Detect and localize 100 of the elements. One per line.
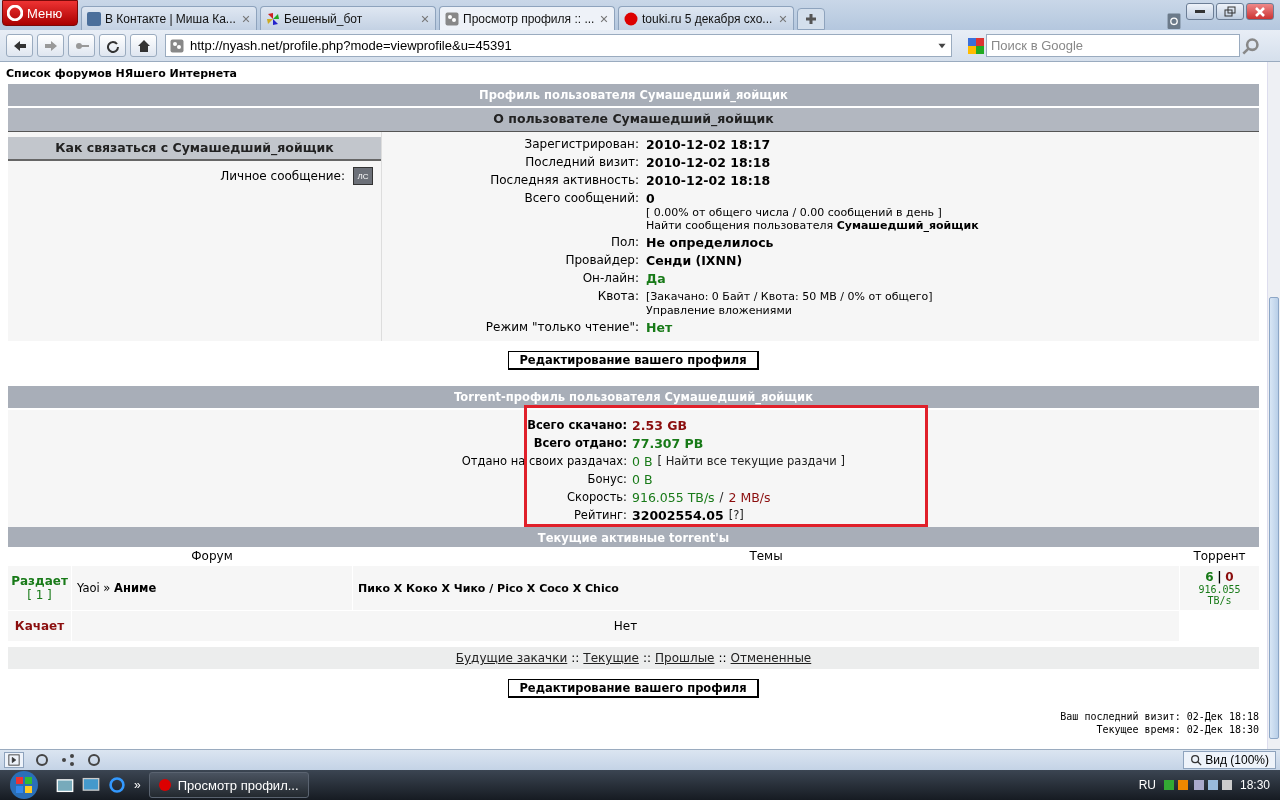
search-icon[interactable] <box>1242 36 1260 55</box>
page-icon <box>170 38 184 53</box>
close-icon <box>420 13 430 24</box>
magnifier-icon <box>1190 754 1203 766</box>
column-header: Форум <box>190 548 234 565</box>
stat-value: 0 B <box>632 454 653 469</box>
restore-button[interactable] <box>1216 3 1244 20</box>
field-note: Найти сообщения пользователя Сумашедший_яойщик <box>646 219 980 232</box>
taskbar-button[interactable]: Просмотр профил... <box>148 772 309 798</box>
field-value: Не определилось <box>646 235 775 250</box>
home-icon <box>136 38 151 53</box>
home-button[interactable] <box>130 34 157 57</box>
tray-icons-drawing <box>1163 780 1232 790</box>
share-icon[interactable] <box>60 753 76 767</box>
arrow-left-icon <box>12 38 27 53</box>
desktop-icon[interactable] <box>56 776 74 794</box>
footer-time: Текущее время: 02-Дек 18:30 <box>1096 723 1259 736</box>
panel-toggle-button[interactable] <box>4 752 24 768</box>
windows-logo-icon <box>10 771 38 799</box>
field-value: 2010-12-02 18:18 <box>646 155 772 170</box>
column-header: Темы <box>748 548 784 565</box>
plus-icon <box>804 12 818 26</box>
reload-button[interactable] <box>99 34 126 57</box>
stat-label: Бонус: <box>587 472 627 487</box>
panel-header: Как связаться с Сумашедший_яойщик <box>8 137 381 161</box>
close-icon <box>1253 4 1267 19</box>
google-logo-icon[interactable] <box>968 37 984 54</box>
torrent-link[interactable]: Отмененные <box>730 651 812 665</box>
forum-path: Yaoi » Аниме <box>77 581 157 595</box>
section-header: Профиль пользователя Сумашедший_яойщик <box>8 84 1259 108</box>
section-header: Torrent-профиль пользователя Сумашедший_яойщик <box>8 386 1259 410</box>
torrent-link[interactable]: Текущие <box>583 651 639 665</box>
stat-label: Скорость: <box>566 490 627 505</box>
field-note: [ 0.00% от общего числа / 0.00 сообщений в день ] <box>646 206 943 219</box>
field-label: Квота: <box>596 289 639 304</box>
field-value: 2010-12-02 18:17 <box>646 137 772 152</box>
stat-value: 0 B <box>632 472 653 487</box>
arrow-right-icon <box>43 38 58 53</box>
page-icon <box>445 11 459 26</box>
field-label: Провайдер: <box>564 253 639 268</box>
torrent-link[interactable]: Прошлые <box>655 651 715 665</box>
field-value: Да <box>646 271 667 286</box>
monitor-icon[interactable] <box>82 776 100 794</box>
empty-label: Нет <box>613 619 638 633</box>
restore-icon <box>1223 4 1237 19</box>
speed-value: 916.055 TB/s <box>1197 584 1242 606</box>
vk-logo-icon <box>87 11 101 26</box>
topic-title: Пико X Коко X Чико / Pico X Coco X Chico <box>358 581 619 595</box>
panel-icon <box>8 754 20 766</box>
torrent-link[interactable]: Будущие закачки <box>455 651 568 665</box>
more-indicator[interactable]: » <box>134 778 141 792</box>
language-indicator[interactable]: RU <box>1138 778 1156 792</box>
field-value: Сенди (IXNN) <box>646 253 744 268</box>
browser-tab[interactable]: touki.ru 5 декабря схо... <box>618 6 794 30</box>
forum-title: Список форумов НЯшего Интернета <box>6 66 238 82</box>
close-icon <box>599 13 609 24</box>
scrollbar-thumb[interactable] <box>1269 297 1279 739</box>
field-note: Управление вложениями <box>646 304 793 317</box>
section-header: О пользователе Сумашедший_яойщик <box>8 108 1259 132</box>
section-header: Текущие активные torrent'ы <box>8 527 1259 547</box>
field-label: Он-лайн: <box>581 271 639 286</box>
field-value: Нет <box>646 320 674 335</box>
count-label: [ 1 ] <box>27 588 52 602</box>
edit-profile-button[interactable]: Редактирование вашего профиля <box>508 679 759 698</box>
menu-button[interactable]: Меню <box>2 0 78 26</box>
link-separator: :: <box>571 651 580 665</box>
private-message-button[interactable]: ЛС <box>353 167 373 185</box>
stat-label: Рейтинг: <box>573 508 627 523</box>
field-label: Режим "только чтение": <box>484 320 639 335</box>
close-button[interactable] <box>1246 3 1274 20</box>
field-value: 0 <box>646 191 656 206</box>
new-tab-button[interactable] <box>797 8 825 30</box>
zoom-button[interactable]: Вид (100%) <box>1183 751 1276 769</box>
browser-tab[interactable]: Бешеный_бот <box>260 6 436 30</box>
edit-profile-button[interactable]: Редактирование вашего профиля <box>508 351 759 370</box>
search-field[interactable]: Поиск в Google <box>986 34 1240 57</box>
pinwheel-icon <box>266 11 280 26</box>
link-separator: :: <box>718 651 727 665</box>
opera-logo-icon <box>7 5 23 21</box>
browser-tab[interactable]: Просмотр профиля :: ... <box>439 6 615 30</box>
footer-time: Ваш последний визит: 02-Дек 18:18 <box>1060 710 1259 723</box>
separator-mark: | <box>1217 570 1222 584</box>
stat-label: Всего отдано: <box>533 436 627 451</box>
stat-value: 2 MB/s <box>728 490 771 505</box>
field-value: [Закачано: 0 Байт / Квота: 50 MB / 0% от общего] <box>646 289 934 304</box>
stat-label: Отдано на своих раздачах: <box>461 454 627 469</box>
field-label: Пол: <box>609 235 639 250</box>
link-separator: :: <box>642 651 651 665</box>
field-label: Личное сообщение: <box>220 168 345 184</box>
address-field[interactable]: http://nyash.net/profile.php?mode=viewprofile&u=45391 <box>165 34 952 57</box>
leechers-count: 0 <box>1225 570 1234 584</box>
stat-value: [ Найти все текущие раздачи ] <box>657 454 845 469</box>
stat-value: 32002554.05 <box>632 508 724 523</box>
browser-tab[interactable]: В Контакте | Миша Ка... <box>81 6 257 30</box>
close-icon <box>241 13 251 24</box>
minimize-button[interactable] <box>1186 3 1214 20</box>
status-label: Раздает <box>11 574 68 588</box>
stat-value: / <box>719 490 724 505</box>
close-icon <box>778 13 788 24</box>
back-button[interactable] <box>6 34 33 57</box>
